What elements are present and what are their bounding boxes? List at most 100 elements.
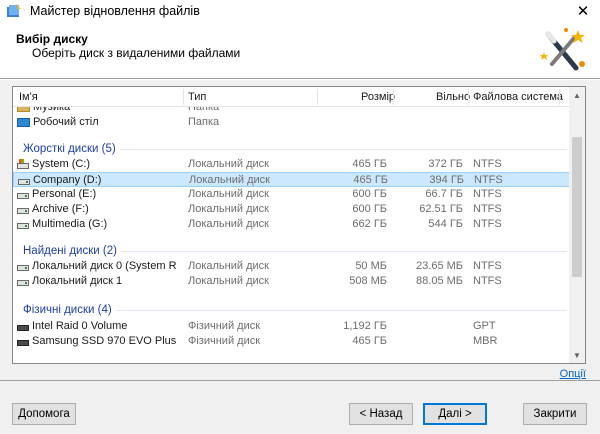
item-type: Папка xyxy=(188,116,220,128)
scroll-down-icon[interactable]: ▼ xyxy=(569,347,585,363)
desktop-folder-icon xyxy=(17,118,30,127)
disk-list[interactable]: Ім'я Тип Розмір Вільно Файлова система М… xyxy=(12,86,586,364)
column-divider[interactable] xyxy=(468,89,469,105)
options-link[interactable]: Опції xyxy=(560,368,586,380)
item-filesystem: NTFS xyxy=(473,275,502,287)
wizard-header: Вибір диску Оберіть диск з видаленими фа… xyxy=(0,22,600,80)
drive-icon xyxy=(17,279,29,286)
list-item[interactable]: Робочий стіл Папка xyxy=(13,115,571,130)
item-size: 465 ГБ xyxy=(353,174,388,186)
column-divider[interactable] xyxy=(393,89,394,105)
close-button[interactable]: Закрити xyxy=(523,403,587,425)
item-free xyxy=(393,334,463,349)
item-filesystem: NTFS xyxy=(473,188,502,200)
item-size: 600 ГБ xyxy=(352,188,387,200)
scrollbar-thumb[interactable] xyxy=(572,137,582,277)
column-divider[interactable] xyxy=(183,89,184,105)
item-name: Intel Raid 0 Volume xyxy=(32,320,128,332)
item-size: 508 МБ xyxy=(349,275,387,287)
item-free: 394 ГБ xyxy=(429,174,464,186)
list-item-found-disk-1[interactable]: Локальний диск 1 Локальний диск 508 МБ 8… xyxy=(13,274,571,289)
column-divider[interactable] xyxy=(317,89,318,105)
item-name: Company (D:) xyxy=(33,174,102,186)
app-icon xyxy=(6,3,22,19)
drive-icon xyxy=(17,222,29,229)
drive-icon xyxy=(17,207,29,214)
item-free: 23.65 МБ xyxy=(416,260,463,272)
column-type[interactable]: Тип xyxy=(188,87,206,107)
item-name: System (C:) xyxy=(32,158,91,170)
list-item-personal-e[interactable]: Personal (E:) Локальний диск 600 ГБ 66.7… xyxy=(13,187,571,202)
group-header-hard-disks[interactable]: Жорсткі диски (5) xyxy=(13,141,571,157)
column-free[interactable]: Вільно xyxy=(436,87,470,107)
list-item-found-disk-0[interactable]: Локальний диск 0 (System Rese... Локальн… xyxy=(13,259,571,274)
item-type: Локальний диск xyxy=(188,218,269,230)
list-item-company-d[interactable]: Company (D:) Локальний диск 465 ГБ 394 Г… xyxy=(13,172,571,187)
help-button[interactable]: Допомога xyxy=(12,403,76,425)
back-button[interactable]: < Назад xyxy=(349,403,413,425)
group-header-found-disks[interactable]: Найдені диски (2) xyxy=(13,243,571,259)
item-free: 66.7 ГБ xyxy=(425,188,463,200)
item-name: Музика xyxy=(33,107,71,113)
magic-wand-icon xyxy=(536,24,590,78)
item-type: Локальний диск xyxy=(188,188,269,200)
group-label: Найдені диски (2) xyxy=(23,243,121,259)
item-type: Папка xyxy=(188,107,220,113)
list-item-intel-raid[interactable]: Intel Raid 0 Volume Фізичний диск 1,192 … xyxy=(13,319,571,334)
column-size[interactable]: Розмір xyxy=(361,87,395,107)
drive-icon xyxy=(17,264,29,271)
window-close-button[interactable]: ✕ xyxy=(566,0,600,22)
group-label: Фізичні диски (4) xyxy=(23,302,116,318)
item-filesystem: NTFS xyxy=(473,158,502,170)
item-size: 1,192 ГБ xyxy=(343,320,387,332)
item-type: Локальний диск xyxy=(188,260,269,272)
scroll-up-icon[interactable]: ▲ xyxy=(569,87,585,103)
page-title: Вибір диску xyxy=(16,32,88,46)
wizard-footer: Допомога < Назад Далі > Закрити xyxy=(0,381,600,434)
column-name[interactable]: Ім'я xyxy=(19,87,38,107)
item-size: 50 МБ xyxy=(355,260,387,272)
list-item-system-c[interactable]: System (C:) Локальний диск 465 ГБ 372 ГБ… xyxy=(13,157,571,172)
item-type: Локальний диск xyxy=(188,158,269,170)
item-name: Multimedia (G:) xyxy=(32,218,108,230)
item-name: Samsung SSD 970 EVO Plus 500GB xyxy=(32,335,177,347)
item-name: Archive (F:) xyxy=(32,203,89,215)
item-free: 544 ГБ xyxy=(428,218,463,230)
item-free xyxy=(393,319,463,334)
item-filesystem: NTFS xyxy=(473,260,502,272)
item-filesystem: NTFS xyxy=(474,174,503,186)
list-item-multimedia-g[interactable]: Multimedia (G:) Локальний диск 662 ГБ 54… xyxy=(13,217,571,232)
item-free: 88.05 МБ xyxy=(416,275,463,287)
vertical-scrollbar[interactable]: ▲ ▼ xyxy=(569,87,585,363)
column-divider[interactable] xyxy=(559,89,560,105)
page-subtitle: Оберіть диск з видаленими файлами xyxy=(32,46,241,60)
item-name: Робочий стіл xyxy=(33,116,99,128)
title-bar: Майстер відновлення файлів ✕ xyxy=(0,0,600,22)
item-name: Personal (E:) xyxy=(32,188,97,200)
list-item-samsung-ssd[interactable]: Samsung SSD 970 EVO Plus 500GB Фізичний … xyxy=(13,334,571,349)
item-type: Локальний диск xyxy=(189,174,270,186)
item-filesystem: MBR xyxy=(473,335,498,347)
next-button[interactable]: Далі > xyxy=(423,403,487,425)
window-title: Майстер відновлення файлів xyxy=(30,4,200,18)
item-size: 465 ГБ xyxy=(352,335,387,347)
system-drive-icon xyxy=(17,158,29,169)
drive-icon xyxy=(17,192,29,199)
item-size: 662 ГБ xyxy=(352,218,387,230)
item-type: Локальний диск xyxy=(188,275,269,287)
item-size: 465 ГБ xyxy=(352,158,387,170)
physical-disk-icon xyxy=(17,324,29,331)
item-name: Локальний диск 1 xyxy=(32,275,123,287)
item-name: Локальний диск 0 (System Rese... xyxy=(32,260,177,272)
column-filesystem[interactable]: Файлова система xyxy=(473,87,563,107)
item-type: Фізичний диск xyxy=(188,320,261,332)
group-header-physical-disks[interactable]: Фізичні диски (4) xyxy=(13,302,571,318)
item-filesystem: NTFS xyxy=(473,218,502,230)
list-item[interactable]: Музика Папка xyxy=(13,107,571,115)
item-size: 600 ГБ xyxy=(352,203,387,215)
physical-disk-icon xyxy=(17,339,29,346)
list-item-archive-f[interactable]: Archive (F:) Локальний диск 600 ГБ 62.51… xyxy=(13,202,571,217)
drive-icon xyxy=(18,178,30,185)
list-rows: Музика Папка Робочий стіл Папка Жорсткі … xyxy=(13,107,571,363)
folder-icon xyxy=(17,107,30,112)
